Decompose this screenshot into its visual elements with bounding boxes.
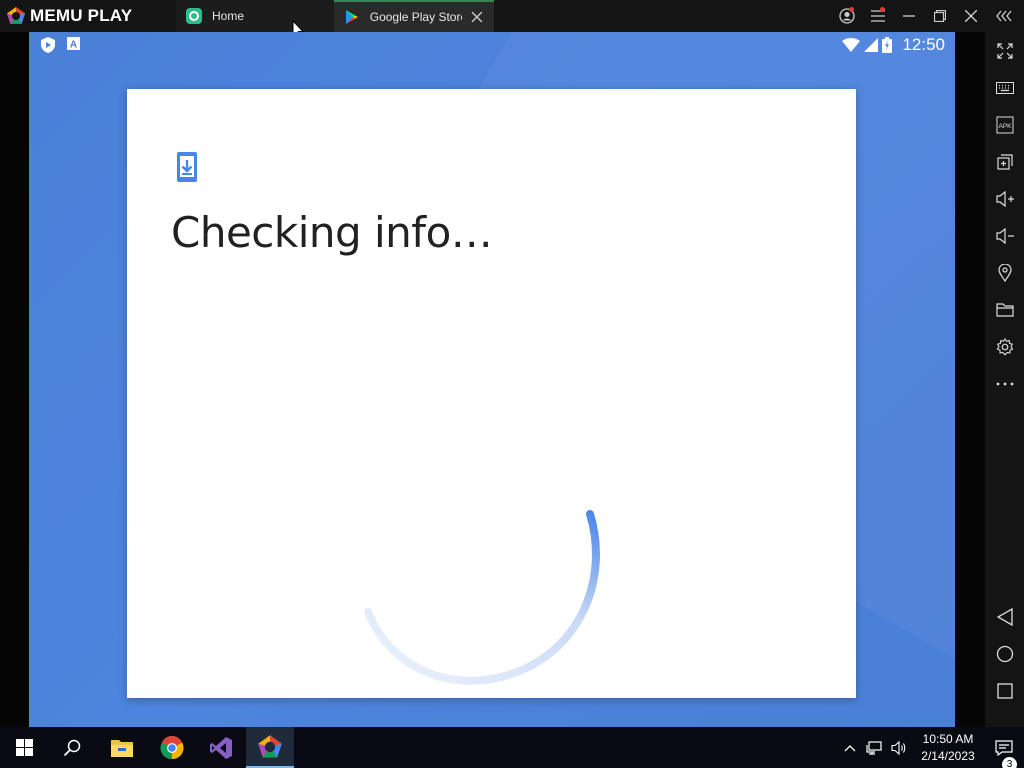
folder-icon xyxy=(995,303,1014,317)
settings-button[interactable] xyxy=(985,332,1024,362)
fullscreen-button[interactable] xyxy=(985,36,1024,66)
memu-logo-icon xyxy=(7,7,25,24)
collapse-sidebar-icon xyxy=(996,10,1012,22)
windows-taskbar: 10:50 AM 2/14/2023 3 xyxy=(0,727,1024,768)
brand: MEMU PLAY xyxy=(0,0,168,32)
loading-spinner-icon xyxy=(364,510,600,685)
memu-app-button[interactable] xyxy=(246,727,294,768)
location-button[interactable] xyxy=(985,258,1024,288)
android-home-button[interactable] xyxy=(985,639,1024,669)
android-status-bar: A 12:50 xyxy=(29,32,955,58)
search-icon xyxy=(63,739,81,756)
start-button[interactable] xyxy=(0,727,48,768)
notification-icon xyxy=(995,739,1013,756)
status-bar-right: 12:50 xyxy=(842,35,945,55)
chevron-up-icon xyxy=(844,744,856,751)
menu-button[interactable] xyxy=(862,0,893,32)
taskbar-date: 2/14/2023 xyxy=(921,748,975,763)
tab-home-label: Home xyxy=(212,9,245,23)
apk-button[interactable]: APK xyxy=(985,110,1024,140)
account-notification-dot xyxy=(849,7,854,12)
signal-icon xyxy=(864,38,879,52)
tab-google-play-store[interactable]: Google Play Store xyxy=(334,0,494,32)
svg-text:A: A xyxy=(70,40,77,51)
android-back-button[interactable] xyxy=(985,602,1024,632)
volume-button[interactable] xyxy=(886,740,912,755)
search-button[interactable] xyxy=(48,727,96,768)
tab-play-label: Google Play Store xyxy=(369,10,463,24)
right-toolbar: APK xyxy=(985,32,1024,727)
back-icon xyxy=(996,608,1013,626)
right-frame-gap xyxy=(955,32,985,727)
close-icon[interactable] xyxy=(470,10,484,24)
checking-info-dialog: Checking info… xyxy=(127,89,856,698)
more-button[interactable] xyxy=(985,369,1024,399)
status-clock: 12:50 xyxy=(902,35,945,54)
volume-up-icon xyxy=(995,191,1014,207)
file-explorer-button[interactable] xyxy=(98,727,146,768)
multi-instance-icon xyxy=(996,154,1013,170)
windows-start-icon xyxy=(15,739,33,756)
visual-studio-button[interactable] xyxy=(197,727,245,768)
multi-instance-button[interactable] xyxy=(985,147,1024,177)
volume-up-button[interactable] xyxy=(985,184,1024,214)
volume-down-icon xyxy=(995,228,1014,244)
volume-icon xyxy=(891,740,906,755)
brand-name: MEMU PLAY xyxy=(30,6,133,25)
show-hidden-icons-button[interactable] xyxy=(838,744,862,752)
app-download-icon xyxy=(177,152,197,182)
more-icon xyxy=(996,382,1013,386)
home-tab-icon xyxy=(186,8,202,24)
recents-icon xyxy=(996,683,1013,699)
taskbar-time: 10:50 AM xyxy=(922,731,974,746)
visual-studio-icon xyxy=(210,736,232,759)
file-explorer-icon xyxy=(111,739,133,757)
keyboard-button[interactable] xyxy=(985,73,1024,103)
battery-icon xyxy=(882,37,893,53)
network-button[interactable] xyxy=(862,740,886,755)
android-recents-button[interactable] xyxy=(985,676,1024,706)
svg-text:APK: APK xyxy=(998,123,1012,130)
fullscreen-icon xyxy=(996,43,1013,59)
title-bar: MEMU PLAY Home Google Play Store xyxy=(0,0,1024,39)
folder-button[interactable] xyxy=(985,295,1024,325)
play-protect-icon xyxy=(41,37,55,53)
left-frame xyxy=(0,32,29,727)
status-bar-left: A xyxy=(41,37,80,53)
memu-app-icon xyxy=(258,734,282,757)
notification-count-badge: 3 xyxy=(1002,756,1017,768)
window-close-icon xyxy=(964,10,977,22)
play-store-icon xyxy=(345,10,358,24)
android-screen: A 12:50 Checking info… xyxy=(29,32,955,727)
keyboard-icon xyxy=(995,82,1014,94)
volume-down-button[interactable] xyxy=(985,221,1024,251)
settings-icon xyxy=(996,338,1013,356)
account-button[interactable] xyxy=(831,0,862,32)
minimize-icon xyxy=(902,15,915,17)
clock-button[interactable]: 10:50 AM 2/14/2023 xyxy=(912,731,984,765)
window-controls xyxy=(831,0,1024,32)
menu-notification-dot xyxy=(880,7,885,12)
location-icon xyxy=(997,264,1012,282)
collapse-sidebar-button[interactable] xyxy=(986,0,1024,32)
action-center-button[interactable]: 3 xyxy=(984,739,1024,768)
home-icon xyxy=(996,645,1013,663)
chrome-icon xyxy=(160,735,184,759)
autofill-icon: A xyxy=(67,37,80,50)
system-tray: 10:50 AM 2/14/2023 3 xyxy=(838,727,1024,768)
apk-icon: APK xyxy=(996,116,1013,134)
wifi-icon xyxy=(842,38,861,52)
network-icon xyxy=(866,740,882,755)
restore-icon xyxy=(933,10,946,22)
tab-home[interactable]: Home xyxy=(176,0,334,32)
restore-button[interactable] xyxy=(924,0,955,32)
window-close-button[interactable] xyxy=(955,0,986,32)
minimize-button[interactable] xyxy=(893,0,924,32)
dialog-title: Checking info… xyxy=(171,208,493,257)
chrome-button[interactable] xyxy=(148,727,196,768)
